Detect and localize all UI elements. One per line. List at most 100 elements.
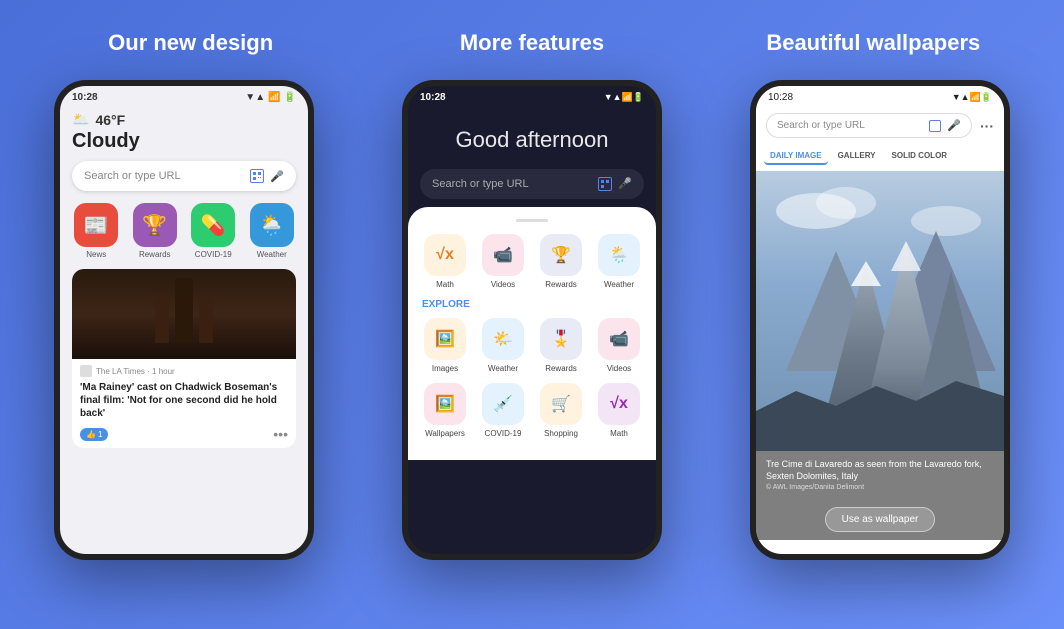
status-bar-middle: 10:28 ▼▲📶🔋 bbox=[408, 86, 656, 107]
weather-widget: 🌥️ 46°F bbox=[72, 111, 296, 128]
explore-label-rewards: Rewards bbox=[545, 364, 577, 373]
explore-label: EXPLORE bbox=[420, 299, 644, 310]
explore-videos-icon: 📹 bbox=[609, 329, 629, 349]
explore-label-shopping: Shopping bbox=[544, 429, 578, 438]
app-icon-rewards[interactable]: 🏆 Rewards bbox=[131, 203, 180, 259]
explore-covid[interactable]: 💉 COVID-19 bbox=[478, 383, 528, 438]
rewards-icon-box: 🏆 bbox=[133, 203, 177, 247]
person-1 bbox=[155, 293, 169, 343]
caption-title: Tre Cime di Lavaredo as seen from the La… bbox=[766, 459, 994, 482]
caption-box: Tre Cime di Lavaredo as seen from the La… bbox=[756, 451, 1004, 499]
rewards-icon: 🏆 bbox=[142, 213, 167, 238]
mic-icon-left: 🎤 bbox=[270, 170, 284, 183]
explore-label-wallpapers: Wallpapers bbox=[425, 429, 465, 438]
explore-images[interactable]: 🖼️ Images bbox=[420, 318, 470, 373]
headlines-row: Our new design More features Beautiful w… bbox=[20, 30, 1044, 56]
explore-videos[interactable]: 📹 Videos bbox=[594, 318, 644, 373]
headline-right: Beautiful wallpapers bbox=[704, 30, 1042, 56]
mountain-svg bbox=[756, 171, 1004, 451]
person-3 bbox=[199, 298, 213, 343]
videos-icon: 📹 bbox=[493, 245, 513, 265]
search-bar-middle[interactable]: Search or type URL 🎤 bbox=[420, 169, 644, 199]
wallpaper-btn-row: Use as wallpaper bbox=[756, 499, 1004, 540]
more-options-icon[interactable]: ••• bbox=[273, 426, 288, 442]
explore-weather-icon: 🌤️ bbox=[493, 329, 513, 349]
videos-icon-box: 📹 bbox=[482, 234, 524, 276]
feature-label-rewards: Rewards bbox=[545, 280, 577, 289]
time-left: 10:28 bbox=[72, 92, 98, 103]
sheet-handle bbox=[516, 219, 548, 222]
feature-videos[interactable]: 📹 Videos bbox=[478, 234, 528, 289]
phone-middle: 10:28 ▼▲📶🔋 Good afternoon Search or type… bbox=[402, 80, 662, 560]
images-icon-box: 🖼️ bbox=[424, 318, 466, 360]
news-icon-box: 📰 bbox=[74, 203, 118, 247]
like-count: 1 bbox=[98, 430, 102, 439]
explore-shopping[interactable]: 🛒 Shopping bbox=[536, 383, 586, 438]
right-search-text: Search or type URL bbox=[777, 120, 865, 131]
app-label-covid: COVID-19 bbox=[195, 250, 232, 259]
explore-weather-icon-box: 🌤️ bbox=[482, 318, 524, 360]
wallpapers-icon-box: 🖼️ bbox=[424, 383, 466, 425]
right-search-box[interactable]: Search or type URL 🎤 bbox=[766, 113, 972, 138]
explore-covid-icon: 💉 bbox=[493, 394, 513, 414]
explore-rewards-icon: 🎖️ bbox=[551, 329, 571, 349]
wallpaper-image-area bbox=[756, 171, 1004, 451]
time-middle: 10:28 bbox=[420, 92, 446, 103]
news-card[interactable]: The LA Times · 1 hour 'Ma Rainey' cast o… bbox=[72, 269, 296, 448]
feature-label-math: Math bbox=[436, 280, 454, 289]
explore-label-math: Math bbox=[610, 429, 628, 438]
phones-row: 10:28 ▼▲ 📶 🔋 🌥️ 46°F Cloudy Search or ty… bbox=[20, 80, 1044, 560]
weather-icon-box-m: 🌦️ bbox=[598, 234, 640, 276]
battery-icon: 🔋 bbox=[284, 92, 296, 103]
right-search-area: Search or type URL 🎤 ··· bbox=[756, 107, 1004, 144]
app-label-rewards: Rewards bbox=[139, 250, 171, 259]
feature-label-videos: Videos bbox=[491, 280, 515, 289]
app-icon-covid[interactable]: 💊 COVID-19 bbox=[189, 203, 238, 259]
people-silhouettes bbox=[155, 278, 213, 351]
explore-wallpapers[interactable]: 🖼️ Wallpapers bbox=[420, 383, 470, 438]
qr-icon-right bbox=[929, 120, 941, 132]
explore-rewards-icon-box: 🎖️ bbox=[540, 318, 582, 360]
news-source: The LA Times · 1 hour bbox=[96, 367, 175, 376]
headline-left: Our new design bbox=[22, 30, 360, 56]
explore-rewards[interactable]: 🎖️ Rewards bbox=[536, 318, 586, 373]
search-bar-left[interactable]: Search or type URL 🎤 bbox=[72, 161, 296, 191]
explore-covid-icon-box: 💉 bbox=[482, 383, 524, 425]
status-bar-right: 10:28 ▼▲📶🔋 bbox=[756, 86, 1004, 107]
cloud-icon: 🌥️ bbox=[72, 111, 89, 128]
feature-rewards[interactable]: 🏆 Rewards bbox=[536, 234, 586, 289]
explore-math[interactable]: √x Math bbox=[594, 383, 644, 438]
tab-daily-image[interactable]: DAILY IMAGE bbox=[764, 148, 828, 165]
signal-icons-right: ▼▲📶🔋 bbox=[952, 92, 992, 103]
feature-weather[interactable]: 🌦️ Weather bbox=[594, 234, 644, 289]
wifi-icon: ▼▲ bbox=[245, 92, 265, 103]
news-source-icon bbox=[80, 365, 92, 377]
use-wallpaper-button[interactable]: Use as wallpaper bbox=[825, 507, 936, 532]
mic-icon-middle: 🎤 bbox=[618, 177, 632, 191]
search-text-middle: Search or type URL bbox=[432, 178, 590, 190]
status-icons-left: ▼▲ 📶 🔋 bbox=[245, 92, 296, 103]
signal-icon: 📶 bbox=[268, 92, 280, 103]
explore-math-icon: √x bbox=[610, 395, 628, 413]
app-icon-weather[interactable]: 🌦️ Weather bbox=[248, 203, 297, 259]
tab-gallery[interactable]: GALLERY bbox=[832, 148, 882, 165]
tab-solid-color[interactable]: SOLID COLOR bbox=[886, 148, 954, 165]
more-options-right[interactable]: ··· bbox=[980, 118, 994, 134]
person-2 bbox=[175, 278, 193, 343]
app-label-weather: Weather bbox=[257, 250, 287, 259]
weather-icon-m: 🌦️ bbox=[609, 245, 629, 265]
explore-label-videos: Videos bbox=[607, 364, 631, 373]
qr-icon-middle bbox=[598, 177, 612, 191]
math-icon-box: √x bbox=[424, 234, 466, 276]
explore-weather[interactable]: 🌤️ Weather bbox=[478, 318, 528, 373]
qr-icon-left bbox=[250, 169, 264, 183]
greeting: Good afternoon bbox=[408, 107, 656, 169]
feature-math[interactable]: √x Math bbox=[420, 234, 470, 289]
explore-grid-1: 🖼️ Images 🌤️ Weather 🎖️ Rewards bbox=[420, 318, 644, 373]
weather-condition: Cloudy bbox=[72, 130, 296, 153]
explore-label-images: Images bbox=[432, 364, 458, 373]
app-icon-news[interactable]: 📰 News bbox=[72, 203, 121, 259]
rewards-icon-m: 🏆 bbox=[551, 245, 571, 265]
news-image bbox=[72, 269, 296, 359]
like-badge: 👍 1 bbox=[80, 428, 108, 441]
